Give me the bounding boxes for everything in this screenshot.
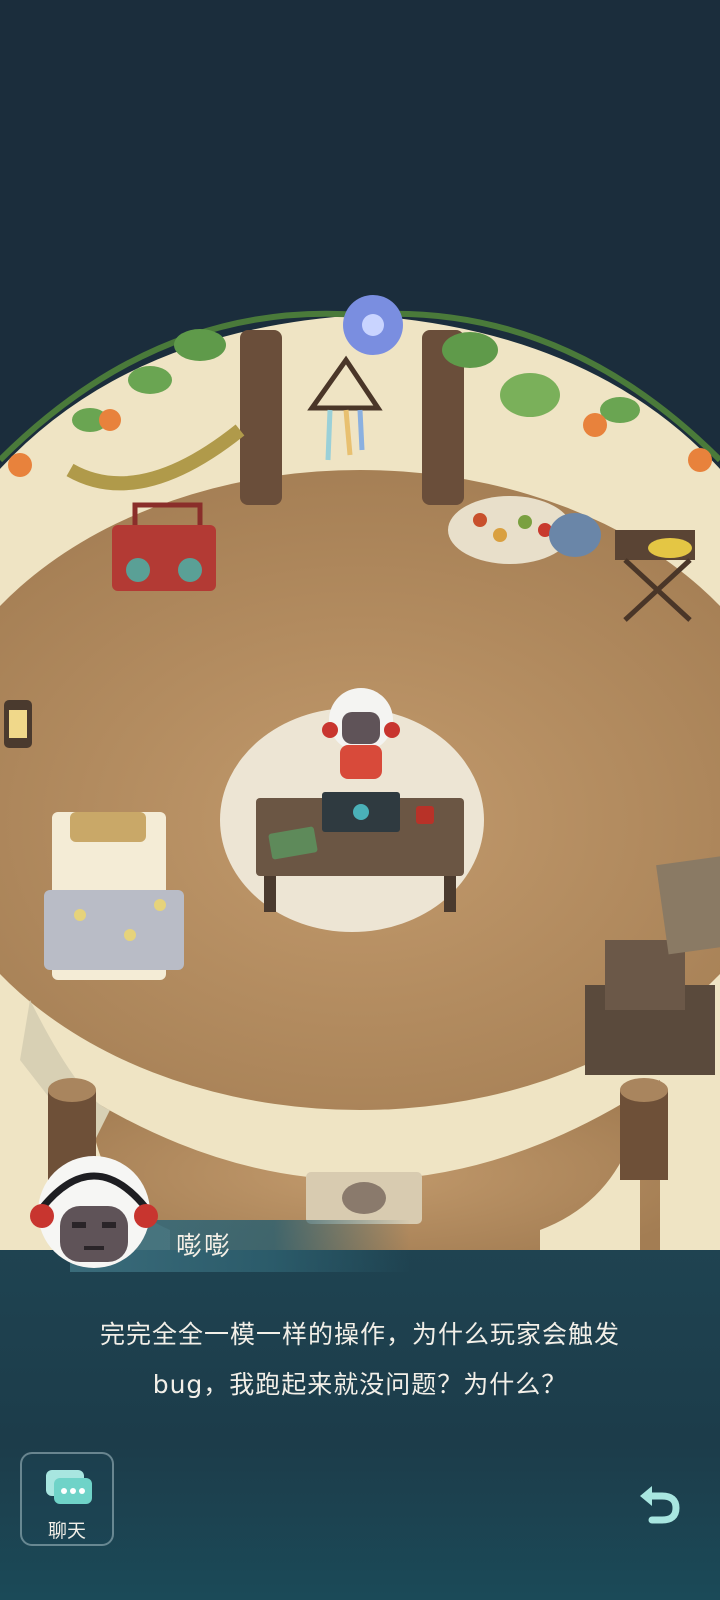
red-mug: [416, 806, 434, 824]
dialog-line-1: 完完全全一模一样的操作，为什么玩家会触发: [99, 1320, 620, 1349]
speaker-avatar: [30, 1156, 158, 1268]
dialog-text: 完完全全一模一样的操作，为什么玩家会触发 bug，我跑起来就没问题？为什么？: [40, 1310, 680, 1410]
doormat: [306, 1172, 422, 1224]
dialog-line-2: bug，我跑起来就没问题？为什么？: [152, 1370, 568, 1399]
log-post-right: [620, 1078, 668, 1180]
dialog-panel[interactable]: [0, 1250, 720, 1600]
bed: [44, 812, 184, 980]
game-screen: 嘭嘭 完完全全一模一样的操作，为什么玩家会触发 bug，我跑起来就没问题？为什么…: [0, 0, 720, 1600]
wooden-pillar-left: [240, 330, 282, 505]
blue-flower: [343, 295, 403, 355]
chat-label: 聊天: [47, 1520, 86, 1542]
lantern: [4, 700, 32, 748]
chat-bubble-icon: [46, 1470, 92, 1504]
chat-button[interactable]: 聊天: [20, 1452, 114, 1546]
speaker-name: 嘭嘭: [176, 1232, 233, 1262]
undo-arrow-icon[interactable]: [636, 1476, 680, 1524]
laptop: [322, 792, 400, 832]
